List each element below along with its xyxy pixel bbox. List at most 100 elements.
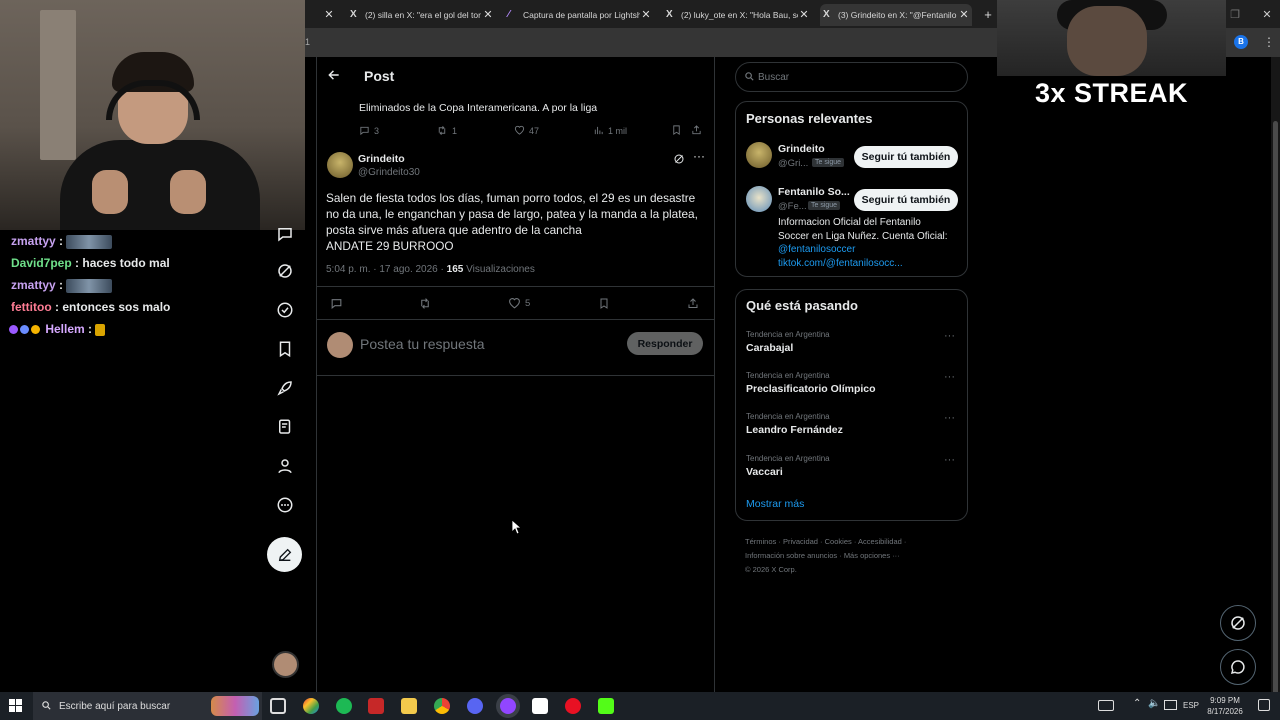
trend-item[interactable]: Leandro Fernández [746, 424, 843, 436]
clock[interactable]: 9:09 PM 8/17/2026 [1204, 695, 1246, 717]
person-bio: Informacion Oficial del Fentanilo Soccer… [778, 217, 948, 271]
bio-link[interactable]: tiktok.com/@fentanilosocc... [778, 257, 948, 271]
capcut-icon[interactable] [532, 698, 548, 714]
more-options-icon[interactable]: ··· [693, 149, 705, 163]
footer-link[interactable]: Accesibilidad [858, 537, 902, 546]
browser-tab-active[interactable]: X (3) Grindeito en X: "@Fentanilo [820, 4, 972, 26]
account-avatar[interactable] [272, 651, 299, 678]
like-button[interactable]: 47 [514, 125, 539, 136]
grok-float-button[interactable] [1220, 605, 1256, 641]
trend-item[interactable]: Vaccari [746, 466, 783, 478]
spotify-icon[interactable] [336, 698, 352, 714]
trend-more-icon[interactable]: ··· [944, 412, 955, 424]
follow-button[interactable]: Seguir tú también [854, 189, 958, 211]
app-icon[interactable] [368, 698, 384, 714]
repost-button[interactable]: 1 [436, 125, 457, 136]
browser-menu-icon[interactable]: ⋮ [1263, 35, 1275, 49]
close-window-icon[interactable]: ✕ [1261, 4, 1273, 26]
reply-icon[interactable] [330, 297, 343, 310]
author-handle[interactable]: @Grindeito30 [358, 167, 420, 178]
bookmark-icon[interactable] [671, 124, 682, 136]
bio-link[interactable]: @fentanilosoccer [778, 243, 948, 257]
show-more-link[interactable]: Mostrar más [746, 498, 804, 510]
grok-icon[interactable] [673, 153, 685, 165]
follows-you-badge: Te sigue [808, 201, 841, 210]
copilot-icon[interactable] [303, 698, 319, 714]
browser-tab[interactable]: X (2) luky_ote en X: "Hola Bau, so [663, 4, 798, 26]
close-tab-icon[interactable]: ✕ [798, 4, 810, 26]
close-tab-icon[interactable]: ✕ [958, 4, 970, 26]
close-tab-icon[interactable]: ✕ [323, 4, 335, 26]
obs-icon[interactable] [500, 698, 516, 714]
network-icon[interactable] [1164, 700, 1177, 710]
trend-item[interactable]: Preclasificatorio Olímpico [746, 383, 876, 395]
keyboard-icon[interactable] [1098, 700, 1114, 711]
back-arrow-icon[interactable] [327, 68, 341, 82]
author-avatar[interactable] [327, 152, 353, 178]
notifications-icon[interactable] [1258, 699, 1270, 711]
repost-icon[interactable] [418, 297, 432, 310]
person-handle[interactable]: @Fe... [778, 201, 807, 212]
follow-button[interactable]: Seguir tú también [854, 146, 958, 168]
messages-float-button[interactable] [1220, 649, 1256, 685]
taskbar-search[interactable]: Escribe aquí para buscar [33, 692, 262, 720]
person-handle[interactable]: @Gri... [778, 158, 808, 169]
restore-window-icon[interactable]: ❐ [1229, 4, 1241, 26]
footer-link[interactable]: Cookies [825, 537, 852, 546]
trend-context: Tendencia en Argentina [746, 371, 830, 380]
verified-nav-icon[interactable] [274, 299, 296, 321]
footer-link[interactable]: Términos [745, 537, 776, 546]
lists-nav-icon[interactable] [274, 416, 296, 438]
more-nav-icon[interactable] [274, 494, 296, 516]
trend-more-icon[interactable]: ··· [944, 371, 955, 383]
author-name[interactable]: Grindeito [358, 153, 405, 165]
rocket-nav-icon[interactable] [274, 377, 296, 399]
reply-submit-button[interactable]: Responder [627, 332, 703, 355]
opera-icon[interactable] [565, 698, 581, 714]
kick-icon[interactable] [598, 698, 614, 714]
reply-button[interactable]: 3 [359, 125, 379, 136]
windows-start-icon[interactable] [9, 699, 22, 712]
browser-tab[interactable]: X (2) silla en X: "era el gol del tor [347, 4, 487, 26]
chrome-icon[interactable] [434, 698, 450, 714]
trend-more-icon[interactable]: ··· [944, 330, 955, 342]
file-explorer-icon[interactable] [401, 698, 417, 714]
guest-webcam [997, 0, 1226, 76]
bookmarks-nav-icon[interactable] [274, 338, 296, 360]
tray-chevron-icon[interactable]: ⌃ [1133, 698, 1141, 709]
chat-message: fettitoo : entonces sos malo [11, 300, 171, 314]
person-avatar[interactable] [746, 186, 772, 212]
language-indicator[interactable]: ESP [1183, 701, 1199, 710]
like-button[interactable]: 5 [508, 297, 530, 310]
search-input[interactable]: Buscar [735, 62, 968, 92]
footer-link[interactable]: Más opciones ··· [844, 551, 900, 560]
close-tab-icon[interactable]: ✕ [640, 4, 652, 26]
messages-nav-icon[interactable] [274, 223, 296, 245]
reply-input[interactable]: Postea tu respuesta [360, 336, 485, 352]
share-icon[interactable] [691, 124, 702, 136]
person-avatar[interactable] [746, 142, 772, 168]
grok-nav-icon[interactable] [274, 260, 296, 282]
volume-icon[interactable]: 🔈 [1148, 698, 1160, 709]
chat-message: Hellem : [0, 318, 265, 340]
profile-avatar[interactable]: B [1234, 35, 1248, 49]
compose-post-button[interactable] [267, 537, 302, 572]
search-highlight-image [211, 696, 259, 716]
profile-nav-icon[interactable] [274, 455, 296, 477]
browser-tab[interactable]: ⁄ Captura de pantalla por Lightsh [505, 4, 640, 26]
person-name[interactable]: Fentanilo So... [778, 186, 850, 198]
share-icon[interactable] [687, 297, 699, 310]
new-tab-icon[interactable]: + [982, 4, 994, 26]
trend-item[interactable]: Carabajal [746, 342, 793, 354]
bookmark-icon[interactable] [598, 297, 610, 310]
page-scrollbar[interactable] [1271, 57, 1280, 696]
discord-icon[interactable] [467, 698, 483, 714]
close-tab-icon[interactable]: ✕ [482, 4, 494, 26]
sub-badge-icon [9, 325, 18, 335]
footer-link[interactable]: Información sobre anuncios [745, 551, 837, 560]
views-button[interactable]: 1 mil [593, 125, 627, 136]
task-view-icon[interactable] [270, 698, 286, 714]
trend-more-icon[interactable]: ··· [944, 454, 955, 466]
footer-link[interactable]: Privacidad [783, 537, 818, 546]
person-name[interactable]: Grindeito [778, 143, 825, 155]
